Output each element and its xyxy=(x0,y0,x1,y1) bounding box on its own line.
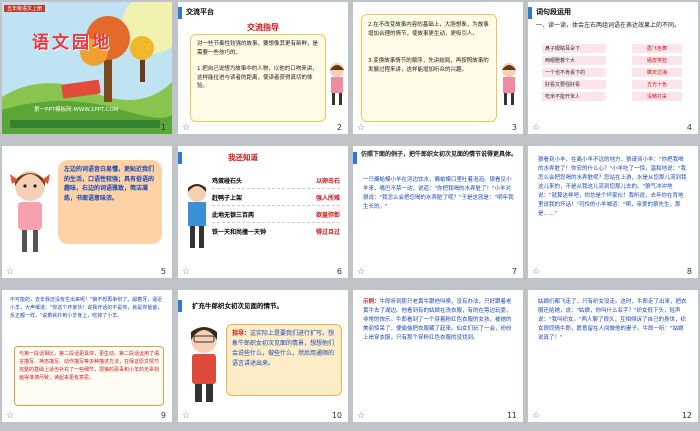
star-icon: ☆ xyxy=(532,123,541,133)
slide-12[interactable]: 姑娘们都飞走了，只有织女没走。这时，牛郎走了出来，把衣服还给她，说："姑娘，你叫… xyxy=(528,290,698,422)
star-icon: ☆ xyxy=(182,267,191,277)
table-row: 好看又要强好看 五光十色 xyxy=(542,80,682,89)
slide-number: 4 xyxy=(686,123,692,132)
slide-10[interactable]: 扩充牛郎织女初次见面的情节。 指导：这实际上是要我们进行扩写。想象牛郎织女初次见… xyxy=(178,290,348,422)
header-bar xyxy=(353,152,357,164)
speech-bubble: 左边的词语音白易懂，更贴近我们的生活，口语性较强；具有俗语的趣味，右边的词语雅致… xyxy=(58,160,162,244)
star-icon: ☆ xyxy=(6,267,15,277)
slide-number: 7 xyxy=(511,267,517,276)
star-icon: ☆ xyxy=(182,411,191,421)
cartoon-girl xyxy=(10,171,50,252)
story-body: 牛郎听到那只老黄牛跟他叫唤，没有办法，只好跟着老黄牛去了湖边。他看到有的姑娘在洗… xyxy=(363,299,512,341)
story-text: 姑娘们都飞走了，只有织女没走。这时，牛郎走了出来，把衣服还给她，说："姑娘，你叫… xyxy=(538,299,687,341)
instruction: 一、读一读，体会左右两组词语在表达效果上的不同。 xyxy=(536,22,681,29)
slide-7[interactable]: 仿照下面的例子，把牛郎织女初次见面的情节说得更具体。 一只癞蛤蟆小羊在河边饮水，… xyxy=(353,146,523,278)
slide-2[interactable]: 交流平台 交流指导 对一些节奏性较强的故事，要想像其更有新鲜，是需要一些技巧的。… xyxy=(178,2,348,134)
slide-number: 10 xyxy=(331,411,342,420)
slide-1[interactable]: 五年级语文上册 语文园地 第一PPT模板网-WWW.1PPT.COM ☆ 1 xyxy=(2,2,172,134)
slide-3[interactable]: 2.在不改变故事内容的基础上，大胆想象，为故事增加合理的情节，使故事更生动，更吸… xyxy=(353,2,523,134)
star-icon: ☆ xyxy=(357,267,366,277)
table-row: 一个也不肯丢下的 瞒天过海 xyxy=(542,68,682,77)
story-text: 示例：牛郎听到那只老黄牛跟他叫唤，没有办法，只好跟着老黄牛去了湖边。他看到有的姑… xyxy=(363,298,513,343)
content-card: 2.在不改变故事内容的基础上，大胆想象，为故事增加合理的情节，使故事更生动，更吸… xyxy=(361,14,497,122)
table-row: 铁一天和尚撞一天钟 得过且过 xyxy=(212,228,340,236)
header-bar xyxy=(178,7,182,19)
star-icon: ☆ xyxy=(6,411,15,421)
guide-box: 指导：这实际上是要我们进行扩写。想象牛郎织女初次见面的情景，想想他们会说些什么，… xyxy=(226,324,342,396)
slide-9[interactable]: 不可能的，去年我还没有生出来呢！"狼不想再争辩了，龇着牙，逼近小羊，大声嚷道："… xyxy=(2,290,172,422)
table-row: 鸡蛋碰石头 以卵击石 xyxy=(212,172,340,189)
slide-number: 9 xyxy=(160,411,166,420)
card-point-1: 1.把自己说想为故事中的人物，以他的口吻来讲，这样能拉进与读者的距离，使读者获得… xyxy=(197,66,318,89)
guide-text: 指导：这实际上是要我们进行扩写。想象牛郎织女初次见面的情景，想想他们会说些什么，… xyxy=(232,329,336,369)
slide-header: 交流平台 xyxy=(186,8,214,16)
note-text: 与第一段话相比，第二段话更具体，更生动。第二段话运用了语言描写、神态描写、动作描… xyxy=(19,351,160,381)
slide-6[interactable]: 我还知道 鸡蛋碰石头 以卵击石 赶鸭子上架 强人所难 此地无银三百两 欲盖弥彰 … xyxy=(178,146,348,278)
table-row: 赶鸭子上架 强人所难 xyxy=(212,189,340,206)
slide-number: 3 xyxy=(511,123,517,132)
slide-4[interactable]: 词句段运用 一、读一读，体会左右两组词语在表达效果上的不同。 鼻子眼睛耳朵下 眉… xyxy=(528,2,698,134)
cartoon-boy xyxy=(191,327,217,402)
slide-5[interactable]: 左边的词语音白易懂，更贴近我们的生活，口语性较强；具有俗语的趣味，右边的词语雅致… xyxy=(2,146,172,278)
cartoon-girl xyxy=(330,63,344,105)
star-icon: ☆ xyxy=(182,123,191,133)
cover-illustration xyxy=(2,2,172,134)
cover-title: 语文园地 xyxy=(32,33,112,53)
slide-number: 8 xyxy=(686,267,692,276)
slide-header: 词句段运用 xyxy=(536,8,571,16)
cover-badge: 五年级语文上册 xyxy=(4,5,46,12)
example-text: 一只癞蛤蟆小羊在河边饮水，癞蛤蟆口里吐着泡泡。狼看见小羊来，嘴巴不禁一动，说道：… xyxy=(363,177,514,210)
table-row: 两眼瞪着个大 嬉皮笑脸 xyxy=(542,56,682,65)
bubble-text: 左边的词语音白易懂，更贴近我们的生活，口语性较强；具有俗语的趣味，右边的词语雅致… xyxy=(64,166,155,202)
card-point-3: 3.变换故事情节的顺序，先讲结局，再按照故事的发展过程来讲，这样能增加听众的兴趣… xyxy=(368,58,489,73)
table-row: 吃米不能开米人 没精打采 xyxy=(542,92,682,101)
cartoon-boy xyxy=(188,184,206,248)
note-box: 与第一段话相比，第二段话更具体，更生动。第二段话运用了语言描写、神态描写、动作描… xyxy=(14,346,164,406)
slide-number: 2 xyxy=(336,123,342,132)
word-table: 鼻子眼睛耳朵下 眉飞色舞 两眼瞪着个大 嬉皮笑脸 一个也不肯丢下的 瞒天过海 好… xyxy=(542,44,682,101)
header-bar xyxy=(178,300,182,312)
story-text: 不可能的，去年我还没有生出来呢！"狼不想再争辩了，龇着牙，逼近小羊，大声嚷道："… xyxy=(10,297,163,319)
star-icon: ☆ xyxy=(532,411,541,421)
star-icon: ☆ xyxy=(532,267,541,277)
star-icon: ☆ xyxy=(357,123,366,133)
card-body: 对一些节奏性较强的故事，要想像其更有新鲜，是需要一些技巧的。 xyxy=(197,41,319,56)
slide-title: 扩充牛郎织女初次见面的情节。 xyxy=(192,302,283,310)
header-bar xyxy=(178,152,182,164)
word-table: 鸡蛋碰石头 以卵击石 赶鸭子上架 强人所难 此地无银三百两 欲盖弥彰 铁一天和尚… xyxy=(212,172,340,239)
star-icon: ☆ xyxy=(6,123,15,133)
example-label: 示例： xyxy=(363,299,380,305)
content-card: 对一些节奏性较强的故事，要想像其更有新鲜，是需要一些技巧的。 1.把自己说想为故… xyxy=(190,34,326,122)
slide-8[interactable]: 狼看到小羊，在离小羊不远的地方，狼谩骂小羊："你把我喝的水弄脏了！你安的什么心？… xyxy=(528,146,698,278)
slide-number: 6 xyxy=(336,267,342,276)
slide-number: 12 xyxy=(681,411,692,420)
guide-label: 指导： xyxy=(232,330,251,337)
slide-number: 1 xyxy=(160,123,166,132)
slide-number: 5 xyxy=(160,267,166,276)
star-icon: ☆ xyxy=(357,411,366,421)
cover-url: 第一PPT模板网-WWW.1PPT.COM xyxy=(34,107,119,113)
table-row: 此地无银三百两 欲盖弥彰 xyxy=(212,206,340,223)
header-bar xyxy=(528,7,532,19)
cartoon-girl xyxy=(502,63,516,105)
slide-title: 交流指导 xyxy=(247,23,279,32)
table-row: 鼻子眼睛耳朵下 眉飞色舞 xyxy=(542,44,682,53)
slide-11[interactable]: 示例：牛郎听到那只老黄牛跟他叫唤，没有办法，只好跟着老黄牛去了湖边。他看到有的姑… xyxy=(353,290,523,422)
slide-number: 11 xyxy=(506,411,517,420)
card-point-2: 2.在不改变故事内容的基础上，大胆想象，为故事增加合理的情节，使故事更生动，更吸… xyxy=(368,22,489,37)
prompt: 仿照下面的例子，把牛郎织女初次见面的情节说得更具体。 xyxy=(361,151,518,158)
slide-header: 我还知道 xyxy=(228,153,258,162)
story-text: 狼看到小羊，在离小羊不远的地方，狼谩骂小羊："你把我喝的水弄脏了！你安的什么心？… xyxy=(538,157,687,217)
